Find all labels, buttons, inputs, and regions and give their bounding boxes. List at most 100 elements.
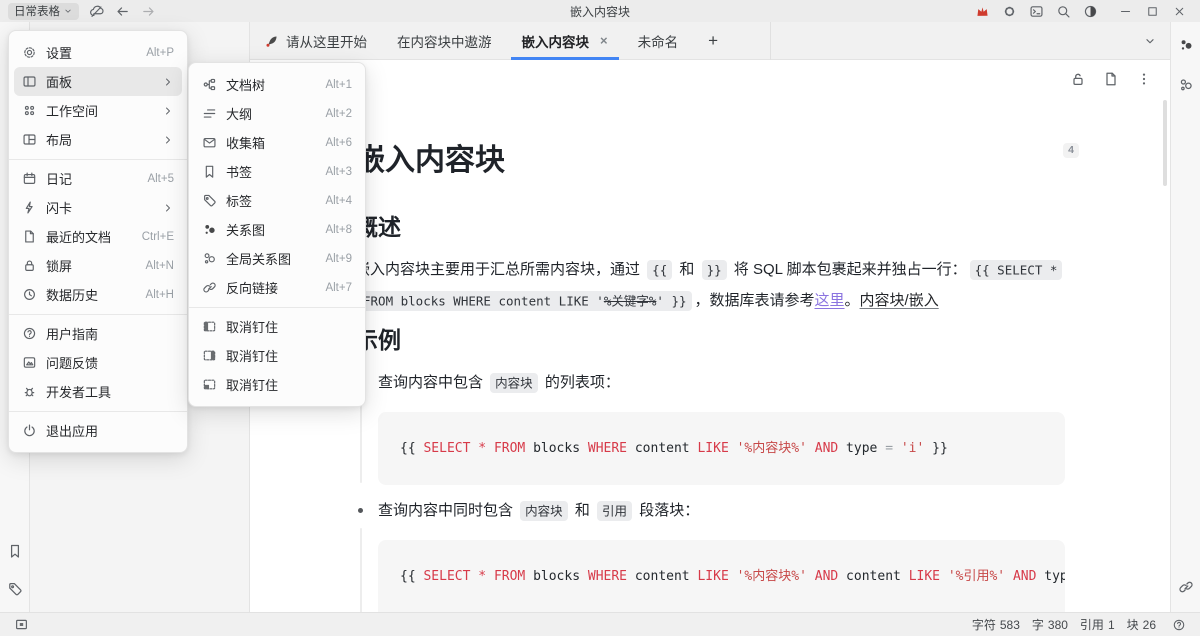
maximize-button[interactable]: [1141, 2, 1163, 20]
text-line: 查询内容中包含 内容块 的列表项：: [378, 370, 1065, 396]
code-token: {{: [400, 441, 423, 456]
tabbar-divider: [770, 22, 771, 60]
plugin-button[interactable]: [998, 2, 1020, 20]
block-ref-link[interactable]: 内容块/嵌入: [860, 292, 939, 309]
list-item[interactable]: 查询内容中同时包含 内容块 和 引用 段落块： {{ SELECT * FROM …: [355, 498, 1065, 612]
list-item[interactable]: 查询内容中包含 内容块 的列表项： {{ SELECT * FROM blocks…: [355, 370, 1065, 485]
code-token: [807, 569, 815, 584]
tab-label: 嵌入内容块: [522, 31, 590, 51]
menu-item-3[interactable]: 布局: [14, 125, 182, 154]
menu-item-7[interactable]: 最近的文档Ctrl+E: [14, 222, 182, 251]
back-arrow-button[interactable]: [111, 2, 133, 20]
tab-4[interactable]: 未命名: [623, 22, 694, 59]
menu-item-label: 面板: [46, 72, 153, 91]
menu-item-6[interactable]: 全局关系图Alt+9: [194, 244, 360, 273]
tag-dock-button[interactable]: [4, 578, 26, 600]
tab-close-icon[interactable]: ×: [600, 33, 608, 48]
menu-item-0[interactable]: 文档树Alt+1: [194, 70, 360, 99]
vip-crown-icon: [975, 4, 990, 19]
menu-item-1[interactable]: 面板: [14, 67, 182, 96]
counter-label: 字: [1032, 616, 1044, 633]
tab-3[interactable]: 嵌入内容块 ×: [507, 22, 623, 59]
help-icon: [22, 326, 37, 341]
menu-item-9[interactable]: 数据历史Alt+H: [14, 280, 182, 309]
terminal-button[interactable]: [1025, 2, 1047, 20]
backlink-dock-button[interactable]: [1175, 576, 1197, 598]
new-tab-button[interactable]: +: [693, 22, 733, 59]
menu-item-4[interactable]: 标签Alt+4: [194, 186, 360, 215]
bookmark-dock-button[interactable]: [4, 540, 26, 562]
heading-examples[interactable]: 示例: [355, 323, 1065, 357]
tab-1[interactable]: 请从这里开始: [250, 22, 382, 59]
menu-item-3[interactable]: 书签Alt+3: [194, 157, 360, 186]
menu-item-13[interactable]: 开发者工具: [14, 377, 182, 406]
inbox-icon: [202, 135, 217, 150]
more-button[interactable]: [1134, 69, 1154, 89]
menu-item-12[interactable]: 问题反馈: [14, 348, 182, 377]
menu-item-10[interactable]: 取消钉住: [194, 341, 360, 370]
panel-icon: [22, 74, 37, 89]
inline-code: 内容块: [520, 501, 568, 521]
doc-title[interactable]: 嵌入内容块4: [355, 140, 1065, 182]
menu-item-label: 用户指南: [46, 324, 174, 343]
help-button[interactable]: [1168, 614, 1190, 636]
titlebar: 日常表格 嵌入内容块: [0, 0, 1200, 22]
plugin-icon: [1002, 4, 1017, 19]
menu-item-9[interactable]: 取消钉住: [194, 312, 360, 341]
heading-overview[interactable]: 概述: [355, 210, 1065, 244]
sql-code-block[interactable]: {{ SELECT * FROM blocks WHERE content LI…: [378, 412, 1065, 485]
sql-code-block[interactable]: {{ SELECT * FROM blocks WHERE content LI…: [378, 540, 1065, 612]
search-button[interactable]: [1052, 2, 1074, 20]
titlebar-right-buttons: [971, 2, 1192, 20]
forward-arrow-button[interactable]: [137, 2, 159, 20]
search-icon: [1056, 4, 1071, 19]
menu-item-1[interactable]: 大纲Alt+2: [194, 99, 360, 128]
menu-item-0[interactable]: 设置Alt+P: [14, 38, 182, 67]
code-token: content: [838, 569, 908, 584]
panel-submenu: 文档树Alt+1大纲Alt+2收集箱Alt+6书签Alt+3标签Alt+4关系图…: [188, 62, 366, 407]
menu-item-2[interactable]: 工作空间: [14, 96, 182, 125]
menu-item-2[interactable]: 收集箱Alt+6: [194, 128, 360, 157]
close-icon: [1173, 5, 1186, 18]
code-text: 内容块: [495, 375, 533, 390]
menu-item-6[interactable]: 闪卡: [14, 193, 182, 222]
theme-contrast-button[interactable]: [1079, 2, 1101, 20]
graph-dock-button[interactable]: [1175, 34, 1197, 56]
menu-item-15[interactable]: 退出应用: [14, 416, 182, 445]
counter-label: 块: [1127, 616, 1139, 633]
chevron-right-icon: [162, 76, 174, 88]
menu-item-11[interactable]: 取消钉住: [194, 370, 360, 399]
text-span: 和: [571, 502, 594, 519]
scrollbar-thumb[interactable]: [1163, 100, 1167, 186]
vip-crown-button[interactable]: [971, 2, 993, 20]
code-token: [807, 441, 815, 456]
dock-toggle-button[interactable]: [10, 614, 32, 636]
menu-separator: [189, 307, 365, 308]
menu-item-5[interactable]: 日记Alt+5: [14, 164, 182, 193]
menu-item-5[interactable]: 关系图Alt+8: [194, 215, 360, 244]
menu-item-8[interactable]: 锁屏Alt+N: [14, 251, 182, 280]
menu-item-shortcut: Alt+P: [146, 47, 174, 59]
global-graph-dock-button[interactable]: [1175, 74, 1197, 96]
menu-item-label: 布局: [46, 130, 153, 149]
minimize-button[interactable]: [1114, 2, 1136, 20]
new-doc-button[interactable]: [1101, 69, 1121, 89]
editor[interactable]: 嵌入内容块4 概述嵌入内容块主要用于汇总所需内容块，通过 {{ 和 }} 将 SQ…: [250, 98, 1170, 612]
menu-item-shortcut: Alt+9: [325, 253, 352, 265]
text-span: ，数据库表请参考: [695, 292, 815, 309]
menu-item-label: 锁屏: [46, 256, 137, 275]
menu-item-11[interactable]: 用户指南: [14, 319, 182, 348]
code-token: *: [478, 569, 486, 584]
workspace-switcher[interactable]: 日常表格: [8, 3, 79, 20]
close-button[interactable]: [1168, 2, 1190, 20]
list-item-text: 查询内容中同时包含 内容块 和 引用 段落块：: [378, 498, 1065, 524]
tab-2[interactable]: 在内容块中遨游: [382, 22, 507, 59]
tabbar-more-button[interactable]: [1143, 22, 1170, 59]
unlock-button[interactable]: [1068, 69, 1088, 89]
menu-item-label: 关系图: [226, 220, 316, 239]
menu-item-7[interactable]: 反向链接Alt+7: [194, 273, 360, 302]
paragraph-block[interactable]: 嵌入内容块主要用于汇总所需内容块，通过 {{ 和 }} 将 SQL 脚本包裹起来…: [355, 254, 1065, 316]
hyperlink[interactable]: 这里: [815, 292, 845, 309]
counter-label: 字符: [972, 616, 996, 633]
cloud-off-button[interactable]: [85, 2, 107, 20]
